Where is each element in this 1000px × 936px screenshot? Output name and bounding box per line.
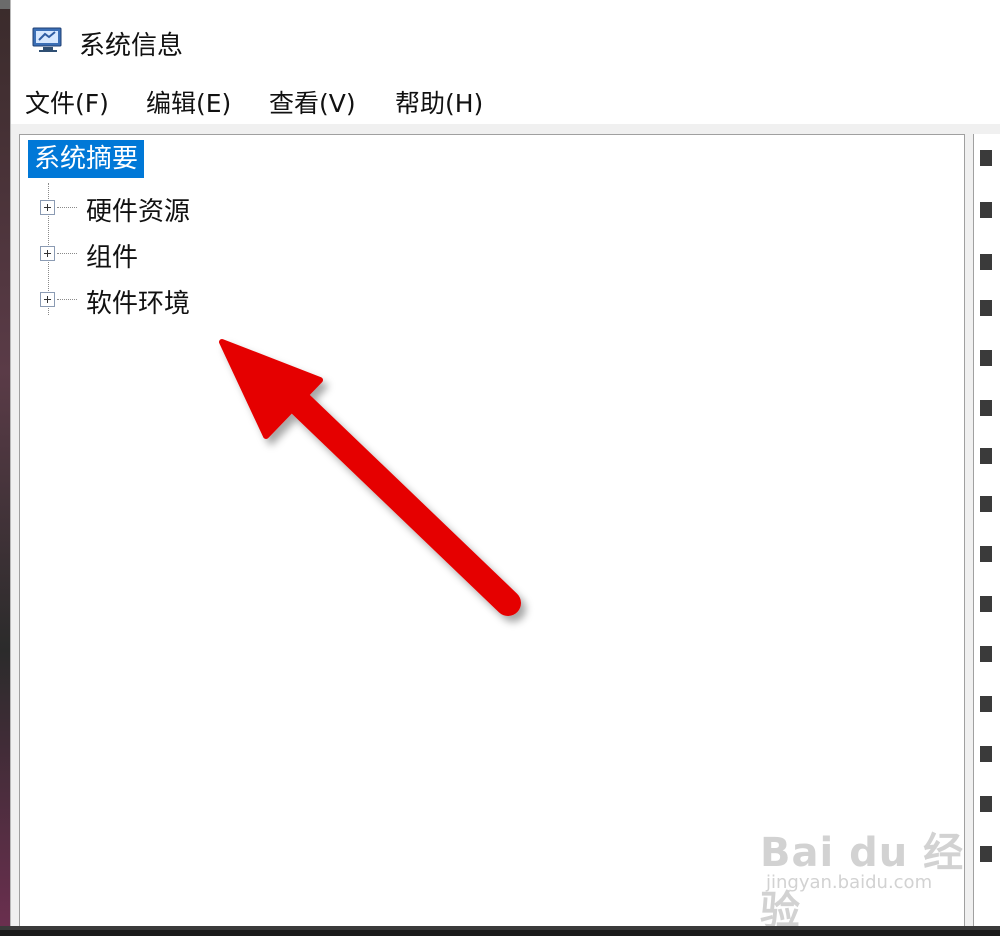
menu-help[interactable]: 帮助(H) [395, 84, 483, 120]
system-info-window: 系统信息 文件(F) 编辑(E) 查看(V) 帮助(H) 系统摘要 硬件资源 组… [10, 0, 1000, 930]
clipped-glyph [980, 546, 992, 562]
title-bar[interactable]: 系统信息 [11, 9, 1000, 71]
clipped-glyph [980, 646, 992, 662]
clipped-glyph [980, 596, 992, 612]
menu-file[interactable]: 文件(F) [25, 84, 109, 120]
clipped-glyph [980, 696, 992, 712]
tree-item-hardware-resources[interactable]: 硬件资源 [40, 189, 440, 229]
tree-item-label: 组件 [86, 243, 139, 273]
background-strip [0, 0, 10, 930]
bottom-edge [0, 926, 1000, 930]
tree-item-software-environment[interactable]: 软件环境 [40, 281, 440, 321]
tree-item-system-summary[interactable]: 系统摘要 [28, 140, 145, 178]
clipped-glyph [980, 350, 992, 366]
tree-item-label: 硬件资源 [86, 197, 191, 227]
clipped-glyph [980, 202, 992, 218]
tree-connector-line [57, 299, 77, 300]
menu-edit[interactable]: 编辑(E) [146, 84, 231, 120]
clipped-glyph [980, 150, 992, 166]
clipped-glyph [980, 796, 992, 812]
clipped-glyph [980, 300, 992, 316]
menu-view[interactable]: 查看(V) [269, 84, 356, 120]
tree-item-label: 软件环境 [86, 289, 191, 319]
watermark-url: jingyan.baidu.com [766, 872, 933, 893]
clipped-glyph [980, 496, 992, 512]
baidu-jingyan-watermark: Bai du 经验 jingyan.baidu.com [760, 820, 1000, 936]
content-area: 系统摘要 硬件资源 组件 软件环境 [11, 124, 1000, 930]
clipped-glyph [980, 400, 992, 416]
system-info-icon [32, 27, 62, 52]
expand-plus-icon[interactable] [40, 246, 55, 261]
window-title: 系统信息 [79, 31, 184, 61]
category-tree[interactable]: 系统摘要 硬件资源 组件 软件环境 [19, 134, 965, 930]
tree-connector-line [57, 253, 77, 254]
clipped-glyph [980, 254, 992, 270]
tree-item-components[interactable]: 组件 [40, 235, 440, 275]
clipped-glyph [980, 746, 992, 762]
tree-connector-line [57, 207, 77, 208]
clipped-glyph [980, 448, 992, 464]
menu-bar: 文件(F) 编辑(E) 查看(V) 帮助(H) [11, 80, 1000, 124]
expand-plus-icon[interactable] [40, 292, 55, 307]
expand-plus-icon[interactable] [40, 200, 55, 215]
